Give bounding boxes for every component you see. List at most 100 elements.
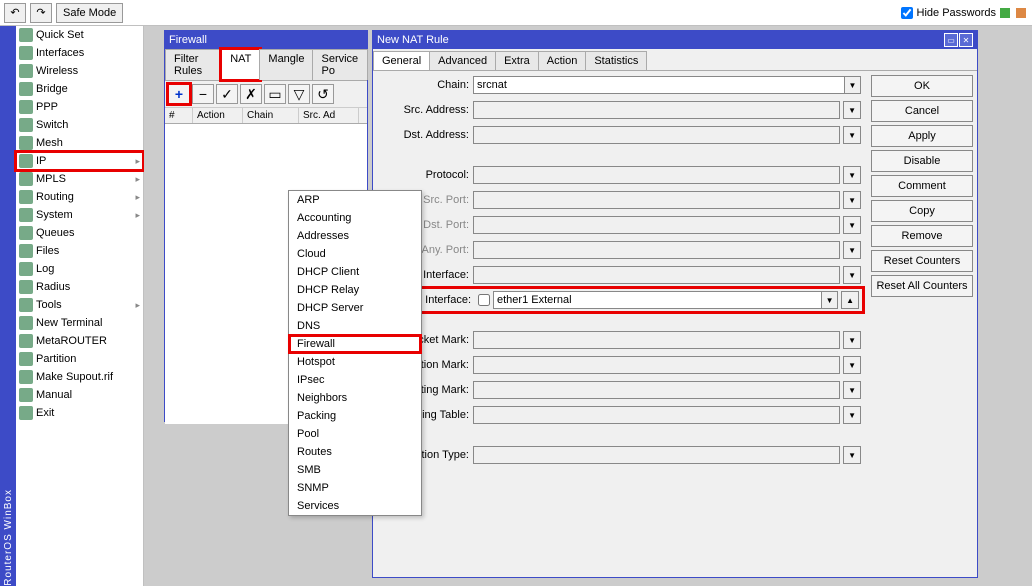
connection-type-input[interactable] xyxy=(473,446,840,464)
column-header[interactable]: Src. Ad xyxy=(299,108,359,123)
comment-button[interactable]: ▭ xyxy=(264,84,286,104)
out-interface-dropdown[interactable]: ▼ xyxy=(822,291,838,309)
tab-mangle[interactable]: Mangle xyxy=(259,49,313,80)
sidebar-item-exit[interactable]: Exit xyxy=(16,404,143,422)
sidebar-item-routing[interactable]: Routing xyxy=(16,188,143,206)
connection-mark-expand[interactable]: ▼ xyxy=(843,356,861,374)
submenu-item-dhcp-relay[interactable]: DHCP Relay xyxy=(289,281,421,299)
sidebar-item-queues[interactable]: Queues xyxy=(16,224,143,242)
apply-button[interactable]: Apply xyxy=(871,125,973,147)
column-header[interactable]: # xyxy=(165,108,193,123)
tab-service-po[interactable]: Service Po xyxy=(312,49,368,80)
disable-button[interactable]: Disable xyxy=(871,150,973,172)
submenu-item-pool[interactable]: Pool xyxy=(289,425,421,443)
submenu-item-firewall[interactable]: Firewall xyxy=(289,335,421,353)
protocol-input[interactable] xyxy=(473,166,840,184)
sidebar-item-make-supout.rif[interactable]: Make Supout.rif xyxy=(16,368,143,386)
sidebar-item-bridge[interactable]: Bridge xyxy=(16,80,143,98)
remove-button[interactable]: − xyxy=(192,84,214,104)
src-address-expand[interactable]: ▼ xyxy=(843,101,861,119)
firewall-title-bar[interactable]: Firewall xyxy=(165,31,367,49)
submenu-item-dhcp-server[interactable]: DHCP Server xyxy=(289,299,421,317)
submenu-item-packing[interactable]: Packing xyxy=(289,407,421,425)
sidebar-item-mesh[interactable]: Mesh xyxy=(16,134,143,152)
submenu-item-accounting[interactable]: Accounting xyxy=(289,209,421,227)
tab-advanced[interactable]: Advanced xyxy=(429,51,496,70)
sidebar-item-tools[interactable]: Tools xyxy=(16,296,143,314)
submenu-item-cloud[interactable]: Cloud xyxy=(289,245,421,263)
ok-button[interactable]: OK xyxy=(871,75,973,97)
sidebar-item-system[interactable]: System xyxy=(16,206,143,224)
sidebar-item-log[interactable]: Log xyxy=(16,260,143,278)
minimize-icon[interactable]: ▭ xyxy=(944,33,958,47)
redo-button[interactable]: ↷ xyxy=(30,3,52,23)
undo-button[interactable]: ↶ xyxy=(4,3,26,23)
src-address-input[interactable] xyxy=(473,101,840,119)
in-interface-input[interactable] xyxy=(473,266,840,284)
chain-input[interactable]: srcnat xyxy=(473,76,845,94)
hide-passwords-checkbox[interactable] xyxy=(901,7,913,19)
sidebar-item-partition[interactable]: Partition xyxy=(16,350,143,368)
sidebar-item-quick-set[interactable]: Quick Set xyxy=(16,26,143,44)
out-interface-invert-checkbox[interactable] xyxy=(478,294,490,306)
tab-statistics[interactable]: Statistics xyxy=(585,51,647,70)
cancel-button[interactable]: Cancel xyxy=(871,100,973,122)
submenu-item-smb[interactable]: SMB xyxy=(289,461,421,479)
submenu-item-snmp[interactable]: SNMP xyxy=(289,479,421,497)
sidebar-item-files[interactable]: Files xyxy=(16,242,143,260)
tab-extra[interactable]: Extra xyxy=(495,51,539,70)
sidebar-item-interfaces[interactable]: Interfaces xyxy=(16,44,143,62)
connection-mark-input[interactable] xyxy=(473,356,840,374)
src-port-expand[interactable]: ▼ xyxy=(843,191,861,209)
submenu-item-dhcp-client[interactable]: DHCP Client xyxy=(289,263,421,281)
sidebar-item-metarouter[interactable]: MetaROUTER xyxy=(16,332,143,350)
sidebar-item-radius[interactable]: Radius xyxy=(16,278,143,296)
reset-button[interactable]: ↺ xyxy=(312,84,334,104)
in-interface-expand[interactable]: ▼ xyxy=(843,266,861,284)
routing-mark-input[interactable] xyxy=(473,381,840,399)
copy-button[interactable]: Copy xyxy=(871,200,973,222)
submenu-item-addresses[interactable]: Addresses xyxy=(289,227,421,245)
dst-port-expand[interactable]: ▼ xyxy=(843,216,861,234)
submenu-item-services[interactable]: Services xyxy=(289,497,421,515)
sidebar-item-ppp[interactable]: PPP xyxy=(16,98,143,116)
filter-button[interactable]: ▽ xyxy=(288,84,310,104)
enable-button[interactable]: ✓ xyxy=(216,84,238,104)
comment-button[interactable]: Comment xyxy=(871,175,973,197)
connection-type-expand[interactable]: ▼ xyxy=(843,446,861,464)
routing-table-expand[interactable]: ▼ xyxy=(843,406,861,424)
add-button[interactable]: + xyxy=(168,84,190,104)
sidebar-item-mpls[interactable]: MPLS xyxy=(16,170,143,188)
reset-counters-button[interactable]: Reset Counters xyxy=(871,250,973,272)
submenu-item-neighbors[interactable]: Neighbors xyxy=(289,389,421,407)
routing-mark-expand[interactable]: ▼ xyxy=(843,381,861,399)
submenu-item-dns[interactable]: DNS xyxy=(289,317,421,335)
column-header[interactable]: Chain xyxy=(243,108,299,123)
remove-button[interactable]: Remove xyxy=(871,225,973,247)
reset-all-counters-button[interactable]: Reset All Counters xyxy=(871,275,973,297)
submenu-item-hotspot[interactable]: Hotspot xyxy=(289,353,421,371)
disable-button[interactable]: ✗ xyxy=(240,84,262,104)
column-header[interactable]: Action xyxy=(193,108,243,123)
packet-mark-input[interactable] xyxy=(473,331,840,349)
protocol-expand[interactable]: ▼ xyxy=(843,166,861,184)
routing-table-input[interactable] xyxy=(473,406,840,424)
sidebar-item-switch[interactable]: Switch xyxy=(16,116,143,134)
submenu-item-arp[interactable]: ARP xyxy=(289,191,421,209)
sidebar-item-new-terminal[interactable]: New Terminal xyxy=(16,314,143,332)
safe-mode-button[interactable]: Safe Mode xyxy=(56,3,123,23)
dst-address-expand[interactable]: ▼ xyxy=(843,126,861,144)
sidebar-item-manual[interactable]: Manual xyxy=(16,386,143,404)
tab-nat[interactable]: NAT xyxy=(221,49,260,80)
any-port-expand[interactable]: ▼ xyxy=(843,241,861,259)
submenu-item-routes[interactable]: Routes xyxy=(289,443,421,461)
nat-title-bar[interactable]: New NAT Rule ▭ ✕ xyxy=(373,31,977,49)
out-interface-input[interactable]: ether1 External xyxy=(493,291,822,309)
sidebar-item-wireless[interactable]: Wireless xyxy=(16,62,143,80)
tab-action[interactable]: Action xyxy=(538,51,587,70)
tab-general[interactable]: General xyxy=(373,51,430,70)
out-interface-collapse[interactable]: ▲ xyxy=(841,291,859,309)
dst-address-input[interactable] xyxy=(473,126,840,144)
close-icon[interactable]: ✕ xyxy=(959,33,973,47)
packet-mark-expand[interactable]: ▼ xyxy=(843,331,861,349)
